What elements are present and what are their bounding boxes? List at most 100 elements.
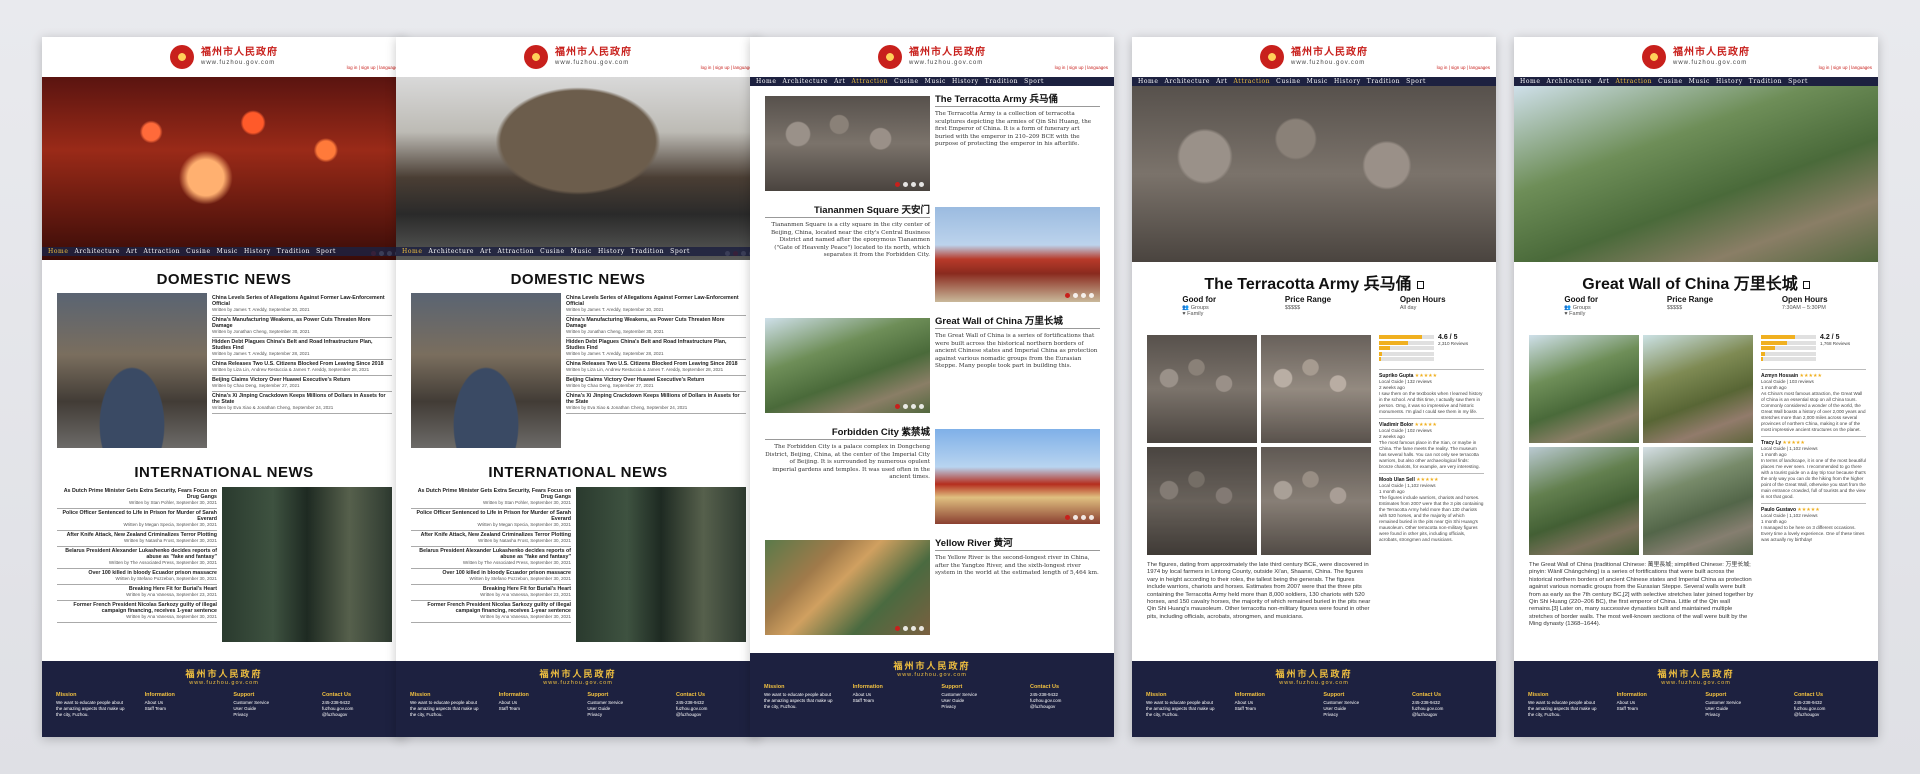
news-item[interactable]: China's Manufacturing Weakens, as Power …: [212, 316, 392, 338]
news-item[interactable]: Belarus President Alexander Lukashenko d…: [411, 547, 571, 569]
nav-architecture[interactable]: Architecture: [1547, 78, 1593, 85]
news-item[interactable]: Hidden Debt Plagues China's Belt and Roa…: [212, 338, 392, 360]
site-logo[interactable]: 福州市人民政府 www.fuzhou.gov.com: [1673, 47, 1750, 67]
news-item[interactable]: As Dutch Prime Minister Gets Extra Secur…: [57, 487, 217, 509]
news-item[interactable]: Former French President Nicolas Sarkozy …: [411, 601, 571, 623]
auth-links[interactable]: log in | sign up | languages: [347, 65, 400, 70]
nav-architecture[interactable]: Architecture: [783, 78, 829, 85]
attraction-card-tiananmen[interactable]: Tiananmen Square 天安门 Tiananmen Square is …: [765, 206, 1100, 317]
gallery-photo[interactable]: [1147, 447, 1257, 555]
nav-home[interactable]: Home: [756, 78, 777, 85]
auth-links[interactable]: log in | sign up | languages: [1819, 65, 1872, 70]
nav-architecture[interactable]: Architecture: [1165, 78, 1211, 85]
nav-tradition[interactable]: Tradition: [985, 78, 1018, 85]
nav-art[interactable]: Art: [834, 78, 845, 85]
gallery-photo[interactable]: [1643, 335, 1753, 443]
news-item[interactable]: Breaking Here Fit for Burial's Heart Writ…: [57, 585, 217, 601]
gallery-photo[interactable]: [1643, 447, 1753, 555]
gallery-photo[interactable]: [1529, 335, 1639, 443]
attraction-title[interactable]: Yellow River 黄河: [935, 539, 1100, 552]
gallery-photo[interactable]: [1261, 447, 1371, 555]
nav-attraction[interactable]: Attraction: [497, 248, 534, 255]
nav-history[interactable]: History: [244, 248, 271, 255]
news-item[interactable]: Breaking Here Fit for Burial's Heart Writ…: [411, 585, 571, 601]
nav-attraction[interactable]: Attraction: [1615, 78, 1652, 85]
news-item[interactable]: Hidden Debt Plagues China's Belt and Roa…: [566, 338, 746, 360]
nav-tradition[interactable]: Tradition: [631, 248, 664, 255]
news-item[interactable]: China Releases Two U.S. Citizens Blocked…: [212, 360, 392, 376]
news-item[interactable]: Beijing Claims Victory Over Huawei Execu…: [566, 376, 746, 392]
news-item[interactable]: China Levels Series of Allegations Again…: [212, 294, 392, 316]
news-item[interactable]: Former French President Nicolas Sarkozy …: [57, 601, 217, 623]
nav-home[interactable]: Home: [402, 248, 423, 255]
site-logo[interactable]: 福州市人民政府 www.fuzhou.gov.com: [909, 47, 986, 67]
attraction-card-yellow-river[interactable]: Yellow River 黄河 The Yellow River is the s…: [765, 539, 1100, 650]
nav-cusine[interactable]: Cusine: [186, 248, 210, 255]
news-item[interactable]: China's Xi Jinping Crackdown Keeps Milli…: [566, 392, 746, 414]
nav-history[interactable]: History: [598, 248, 625, 255]
nav-sport[interactable]: Sport: [670, 248, 690, 255]
site-logo[interactable]: 福州市人民政府 www.fuzhou.gov.com: [201, 47, 278, 67]
nav-cusine[interactable]: Cusine: [1658, 78, 1682, 85]
nav-architecture[interactable]: Architecture: [429, 248, 475, 255]
nav-history[interactable]: History: [952, 78, 979, 85]
nav-history[interactable]: History: [1716, 78, 1743, 85]
news-item[interactable]: After Knife Attack, New Zealand Criminal…: [411, 531, 571, 547]
nav-art[interactable]: Art: [480, 248, 491, 255]
attraction-title[interactable]: Tiananmen Square 天安门: [765, 206, 930, 219]
nav-sport[interactable]: Sport: [1024, 78, 1044, 85]
bookmark-icon[interactable]: [1802, 280, 1810, 289]
news-item[interactable]: Police Officer Sentenced to Life in Pris…: [411, 509, 571, 531]
nav-tradition[interactable]: Tradition: [277, 248, 310, 255]
attraction-title[interactable]: Great Wall of China 万里长城: [935, 317, 1100, 330]
attraction-title[interactable]: Forbidden City 紫禁城: [765, 428, 930, 441]
attraction-card-great-wall[interactable]: Great Wall of China 万里长城 The Great Wall o…: [765, 317, 1100, 428]
gallery-photo[interactable]: [1147, 335, 1257, 443]
nav-home[interactable]: Home: [1520, 78, 1541, 85]
nav-architecture[interactable]: Architecture: [75, 248, 121, 255]
attraction-title[interactable]: The Terracotta Army 兵马俑: [935, 95, 1100, 108]
nav-cusine[interactable]: Cusine: [1276, 78, 1300, 85]
news-item[interactable]: China's Xi Jinping Crackdown Keeps Milli…: [212, 392, 392, 414]
auth-links[interactable]: log in | sign up | languages: [1437, 65, 1490, 70]
gallery-photo[interactable]: [1529, 447, 1639, 555]
bookmark-icon[interactable]: [1416, 280, 1424, 289]
nav-tradition[interactable]: Tradition: [1367, 78, 1400, 85]
nav-music[interactable]: Music: [571, 248, 592, 255]
nav-tradition[interactable]: Tradition: [1749, 78, 1782, 85]
nav-cusine[interactable]: Cusine: [540, 248, 564, 255]
news-item[interactable]: Over 100 killed in bloody Ecuador prison…: [57, 569, 217, 585]
nav-history[interactable]: History: [1334, 78, 1361, 85]
nav-home[interactable]: Home: [1138, 78, 1159, 85]
news-item[interactable]: China Releases Two U.S. Citizens Blocked…: [566, 360, 746, 376]
news-item[interactable]: Over 100 killed in bloody Ecuador prison…: [411, 569, 571, 585]
news-item[interactable]: China Levels Series of Allegations Again…: [566, 294, 746, 316]
nav-sport[interactable]: Sport: [1406, 78, 1426, 85]
news-item[interactable]: As Dutch Prime Minister Gets Extra Secur…: [411, 487, 571, 509]
nav-attraction[interactable]: Attraction: [143, 248, 180, 255]
auth-links[interactable]: log in | sign up | languages: [1055, 65, 1108, 70]
nav-art[interactable]: Art: [126, 248, 137, 255]
nav-art[interactable]: Art: [1598, 78, 1609, 85]
nav-cusine[interactable]: Cusine: [894, 78, 918, 85]
auth-links[interactable]: log in | sign up | languages: [701, 65, 754, 70]
nav-attraction[interactable]: Attraction: [1233, 78, 1270, 85]
nav-sport[interactable]: Sport: [316, 248, 336, 255]
nav-home[interactable]: Home: [48, 248, 69, 255]
gallery-photo[interactable]: [1261, 335, 1371, 443]
news-item[interactable]: China's Manufacturing Weakens, as Power …: [566, 316, 746, 338]
news-item[interactable]: After Knife Attack, New Zealand Criminal…: [57, 531, 217, 547]
news-item[interactable]: Belarus President Alexander Lukashenko d…: [57, 547, 217, 569]
nav-music[interactable]: Music: [1689, 78, 1710, 85]
nav-music[interactable]: Music: [217, 248, 238, 255]
news-item[interactable]: Police Officer Sentenced to Life in Pris…: [57, 509, 217, 531]
attraction-card-terracotta[interactable]: The Terracotta Army 兵马俑 The Terracotta Ar…: [765, 95, 1100, 206]
site-logo[interactable]: 福州市人民政府 www.fuzhou.gov.com: [1291, 47, 1368, 67]
site-logo[interactable]: 福州市人民政府 www.fuzhou.gov.com: [555, 47, 632, 67]
nav-attraction[interactable]: Attraction: [851, 78, 888, 85]
news-item[interactable]: Beijing Claims Victory Over Huawei Execu…: [212, 376, 392, 392]
nav-music[interactable]: Music: [925, 78, 946, 85]
nav-music[interactable]: Music: [1307, 78, 1328, 85]
nav-art[interactable]: Art: [1216, 78, 1227, 85]
attraction-card-forbidden-city[interactable]: Forbidden City 紫禁城 The Forbidden City is …: [765, 428, 1100, 539]
